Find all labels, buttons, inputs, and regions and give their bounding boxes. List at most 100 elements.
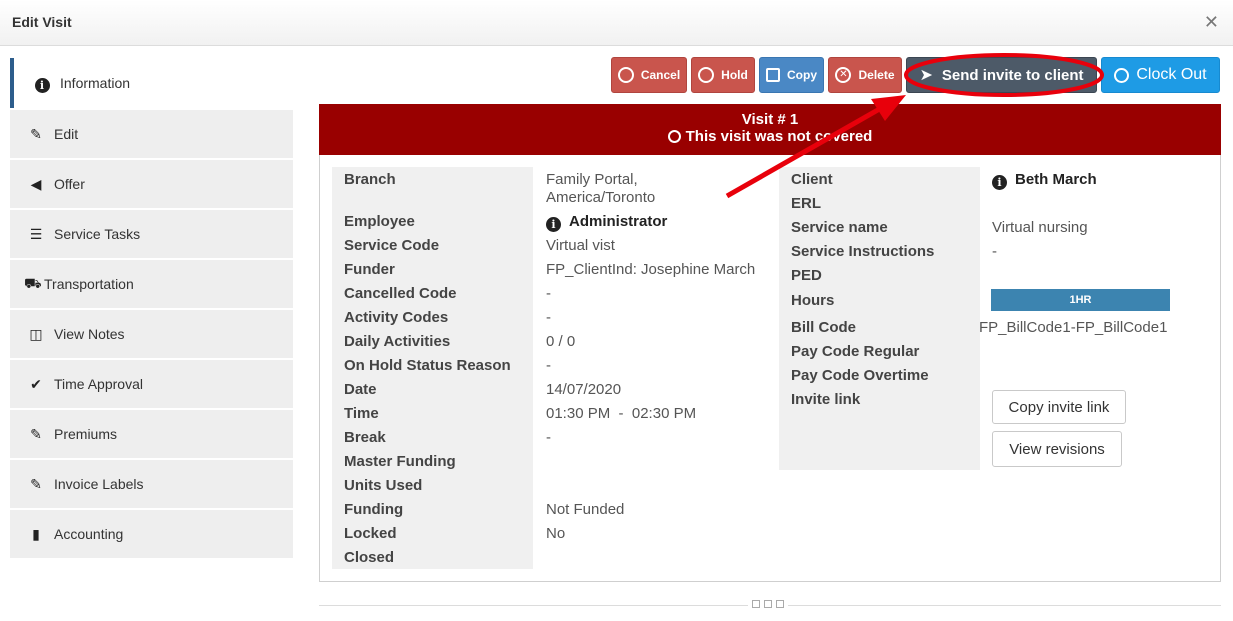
field-label: Cancelled Code bbox=[344, 285, 457, 302]
funder-value: FP_ClientInd: Josephine March bbox=[546, 261, 756, 278]
sidebar-item-offer[interactable]: ◀ Offer bbox=[10, 160, 293, 208]
field-label: PED bbox=[791, 267, 822, 284]
field-label: Employee bbox=[344, 213, 415, 230]
field-label: Closed bbox=[344, 549, 395, 566]
sidebar-item-information[interactable]: i Information bbox=[10, 58, 293, 108]
client-value[interactable]: i Beth March bbox=[992, 171, 1097, 190]
field-label: ERL bbox=[791, 195, 821, 212]
copy-invite-link-button[interactable]: Copy invite link bbox=[992, 390, 1126, 424]
date-value: 14/07/2020 bbox=[546, 381, 622, 398]
field-label: Hours bbox=[791, 292, 835, 309]
field-label: Break bbox=[344, 429, 386, 446]
hours-badge: 1HR bbox=[991, 289, 1170, 311]
field-label: Pay Code Regular bbox=[791, 343, 920, 360]
dialog-titlebar: Edit Visit ✕ bbox=[0, 0, 1233, 46]
visit-number: Visit # 1 bbox=[741, 111, 799, 128]
ban-icon bbox=[617, 67, 634, 83]
field-label: Locked bbox=[344, 525, 397, 542]
info-icon: i bbox=[546, 217, 561, 232]
sidebar-item-label: Edit bbox=[54, 126, 79, 142]
checkmark-icon: ✔ bbox=[30, 375, 42, 392]
field-label: Service Instructions bbox=[791, 243, 935, 260]
sidebar-item-view-notes[interactable]: ◫ View Notes bbox=[10, 310, 293, 358]
sidebar-item-label: Invoice Labels bbox=[54, 476, 144, 492]
service-instructions-value: - bbox=[992, 243, 997, 260]
field-label: Branch bbox=[344, 171, 396, 188]
send-invite-button[interactable]: ➤ Send invite to client bbox=[906, 57, 1097, 93]
copy-icon bbox=[766, 68, 780, 82]
service-code-value: Virtual vist bbox=[546, 237, 615, 254]
field-label: Pay Code Overtime bbox=[791, 367, 929, 384]
pencil-icon: ✎ bbox=[30, 475, 42, 492]
checklist-icon: ☰ bbox=[29, 225, 43, 242]
dialog-title: Edit Visit bbox=[12, 14, 72, 30]
view-revisions-button[interactable]: View revisions bbox=[992, 431, 1122, 467]
field-label: Time bbox=[344, 405, 379, 422]
sidebar-item-edit[interactable]: ✎ Edit bbox=[10, 110, 293, 158]
sidebar-item-label: Offer bbox=[54, 176, 85, 192]
delete-circle-icon: ✕ bbox=[835, 67, 852, 83]
sidebar-item-invoice-labels[interactable]: ✎ Invoice Labels bbox=[10, 460, 293, 508]
copy-button[interactable]: Copy bbox=[759, 57, 824, 93]
sidebar-item-service-tasks[interactable]: ☰ Service Tasks bbox=[10, 210, 293, 258]
sidebar-item-time-approval[interactable]: ✔ Time Approval bbox=[10, 360, 293, 408]
on-hold-reason-value: - bbox=[546, 357, 551, 374]
sidebar-item-premiums[interactable]: ✎ Premiums bbox=[10, 410, 293, 458]
clock-icon bbox=[667, 130, 681, 143]
field-label: Master Funding bbox=[344, 453, 456, 470]
bar-chart-icon: ▮ bbox=[32, 525, 40, 542]
close-icon[interactable]: ✕ bbox=[1204, 12, 1219, 33]
field-label: Client bbox=[791, 171, 833, 188]
sidebar: i Information ✎ Edit ◀ Offer ☰ Service T… bbox=[10, 58, 293, 560]
pencil-icon: ✎ bbox=[30, 125, 42, 142]
hold-button[interactable]: Hold bbox=[691, 57, 755, 93]
megaphone-icon: ◀ bbox=[30, 175, 42, 192]
visit-status-text: This visit was not covered bbox=[685, 128, 873, 145]
field-label: On Hold Status Reason bbox=[344, 357, 511, 374]
clock-out-button[interactable]: Clock Out bbox=[1101, 57, 1220, 93]
field-label: Bill Code bbox=[791, 319, 857, 336]
field-label: Invite link bbox=[791, 391, 861, 408]
daily-activities-value: 0 / 0 bbox=[546, 333, 576, 350]
field-label: Units Used bbox=[344, 477, 423, 494]
sidebar-item-accounting[interactable]: ▮ Accounting bbox=[10, 510, 293, 558]
cancelled-code-value: - bbox=[546, 285, 551, 302]
visit-status-banner: Visit # 1 This visit was not covered bbox=[319, 104, 1221, 155]
sidebar-item-label: View Notes bbox=[54, 326, 125, 342]
visit-details-panel: Branch Employee Service Code Funder Canc… bbox=[319, 155, 1221, 582]
book-icon: ◫ bbox=[29, 325, 43, 342]
ban-icon bbox=[698, 67, 715, 83]
branch-value: Family Portal, America/Toronto bbox=[546, 171, 656, 206]
resize-grip-icon[interactable] bbox=[748, 600, 788, 610]
pencil-icon: ✎ bbox=[30, 425, 42, 442]
time-value: 01:30 PM - 02:30 PM bbox=[546, 405, 697, 422]
field-label: Activity Codes bbox=[344, 309, 449, 326]
sidebar-item-label: Transportation bbox=[44, 276, 134, 292]
clock-icon bbox=[1114, 67, 1130, 83]
field-label: Service name bbox=[791, 219, 888, 236]
funding-value: Not Funded bbox=[546, 501, 625, 518]
info-icon: i bbox=[992, 175, 1007, 190]
employee-value[interactable]: i Administrator bbox=[546, 213, 667, 232]
field-label: Funding bbox=[344, 501, 404, 518]
field-label: Funder bbox=[344, 261, 395, 278]
field-label: Daily Activities bbox=[344, 333, 451, 350]
sidebar-item-transportation[interactable]: ⛟ Transportation bbox=[10, 260, 293, 308]
locked-value: No bbox=[546, 525, 566, 542]
sidebar-item-label: Information bbox=[60, 75, 131, 91]
sidebar-item-label: Premiums bbox=[54, 426, 118, 442]
field-label: Service Code bbox=[344, 237, 440, 254]
delete-button[interactable]: ✕ Delete bbox=[828, 57, 902, 93]
sidebar-item-label: Time Approval bbox=[54, 376, 143, 392]
info-icon: i bbox=[32, 74, 52, 93]
sidebar-item-label: Service Tasks bbox=[54, 226, 141, 242]
sidebar-item-label: Accounting bbox=[54, 526, 124, 542]
field-label: Date bbox=[344, 381, 377, 398]
activity-codes-value: - bbox=[546, 309, 551, 326]
paper-plane-icon: ➤ bbox=[919, 67, 933, 84]
service-name-value: Virtual nursing bbox=[992, 219, 1088, 236]
car-icon: ⛟ bbox=[24, 274, 42, 291]
bill-code-value: FP_BillCode1-FP_BillCode1 bbox=[979, 319, 1168, 336]
break-value: - bbox=[546, 429, 551, 446]
cancel-button[interactable]: Cancel bbox=[611, 57, 687, 93]
